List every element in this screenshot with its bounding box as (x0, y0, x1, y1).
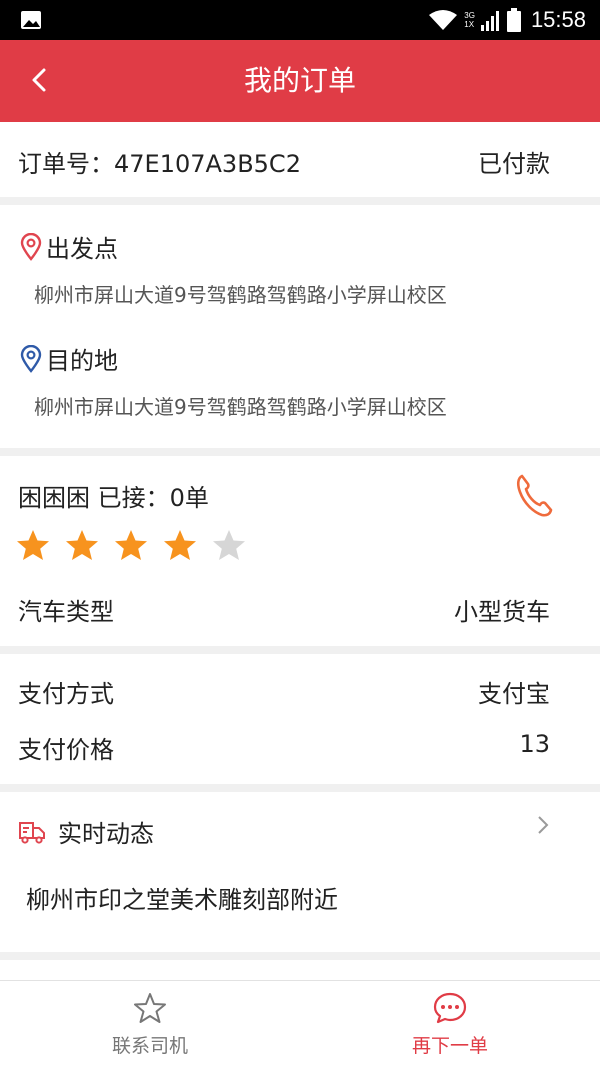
chat-bubble-icon (433, 992, 467, 1024)
vehicle-type-value: 小型货车 (454, 598, 550, 626)
destination-location-pin-icon (20, 344, 42, 373)
truck-icon (19, 821, 45, 844)
payment-method-label: 支付方式 (18, 680, 114, 708)
star-filled-icon (17, 530, 49, 560)
battery-icon (506, 8, 521, 32)
origin-address: 柳州市屏山大道9号驾鹤路驾鹤路小学屏山校区 (34, 283, 447, 307)
realtime-card[interactable]: 实时动态 柳州市印之堂美术雕刻部附近 (0, 792, 600, 952)
payment-price-value: 13 (519, 730, 550, 758)
reorder-tab[interactable]: 再下一单 (300, 981, 600, 1067)
reorder-label: 再下一单 (411, 1035, 488, 1057)
network-type-top: 3G (464, 11, 475, 20)
order-status: 已付款 (478, 150, 550, 178)
driver-rating (16, 528, 246, 562)
order-number: 订单号：47E107A3B5C2 (18, 150, 301, 178)
realtime-location: 柳州市印之堂美术雕刻部附近 (26, 886, 338, 914)
order-info-card: 订单号：47E107A3B5C2 已付款 (0, 122, 600, 197)
app-bar: 我的订单 (0, 40, 600, 122)
driver-name-orders: 困困困 已接：0单 (18, 484, 209, 512)
origin-heading: 出发点 (20, 229, 118, 264)
status-indicators: 3G 1X 15:58 (428, 0, 586, 40)
payment-price-label: 支付价格 (18, 736, 114, 764)
destination-label: 目的地 (46, 347, 118, 375)
destination-heading: 目的地 (20, 341, 118, 376)
origin-location-pin-icon (20, 232, 42, 261)
route-card: 出发点 柳州市屏山大道9号驾鹤路驾鹤路小学屏山校区 目的地 柳州市屏山大道9号驾… (0, 205, 600, 448)
payment-method-value: 支付宝 (478, 680, 550, 708)
payment-card: 支付方式 支付宝 支付价格 13 (0, 654, 600, 784)
page-title: 我的订单 (243, 64, 356, 97)
network-type-bottom: 1X (464, 20, 475, 29)
contact-driver-tab[interactable]: 联系司机 (0, 981, 300, 1067)
status-bar: 3G 1X 15:58 (0, 0, 600, 40)
wifi-icon (429, 10, 458, 30)
star-filled-icon (115, 530, 147, 560)
network-type: 3G 1X (464, 11, 475, 29)
contact-driver-label: 联系司机 (111, 1035, 188, 1057)
signal-icon (480, 11, 499, 31)
clock: 15:58 (530, 7, 586, 32)
star-empty-icon (213, 530, 245, 560)
image-notification-icon (21, 11, 41, 29)
realtime-title: 实时动态 (58, 820, 154, 848)
star-filled-icon (164, 530, 196, 560)
chevron-right-icon (538, 816, 549, 834)
phone-icon[interactable] (514, 472, 554, 518)
destination-address: 柳州市屏山大道9号驾鹤路驾鹤路小学屏山校区 (34, 395, 447, 419)
bottom-tab-bar: 联系司机 再下一单 (0, 980, 600, 1067)
star-outline-icon (134, 993, 166, 1023)
star-filled-icon (66, 530, 98, 560)
realtime-heading: 实时动态 (18, 814, 154, 849)
driver-card: 困困困 已接：0单 汽车类型 小型货车 (0, 456, 600, 646)
origin-label: 出发点 (46, 235, 118, 263)
vehicle-type-label: 汽车类型 (18, 598, 114, 626)
